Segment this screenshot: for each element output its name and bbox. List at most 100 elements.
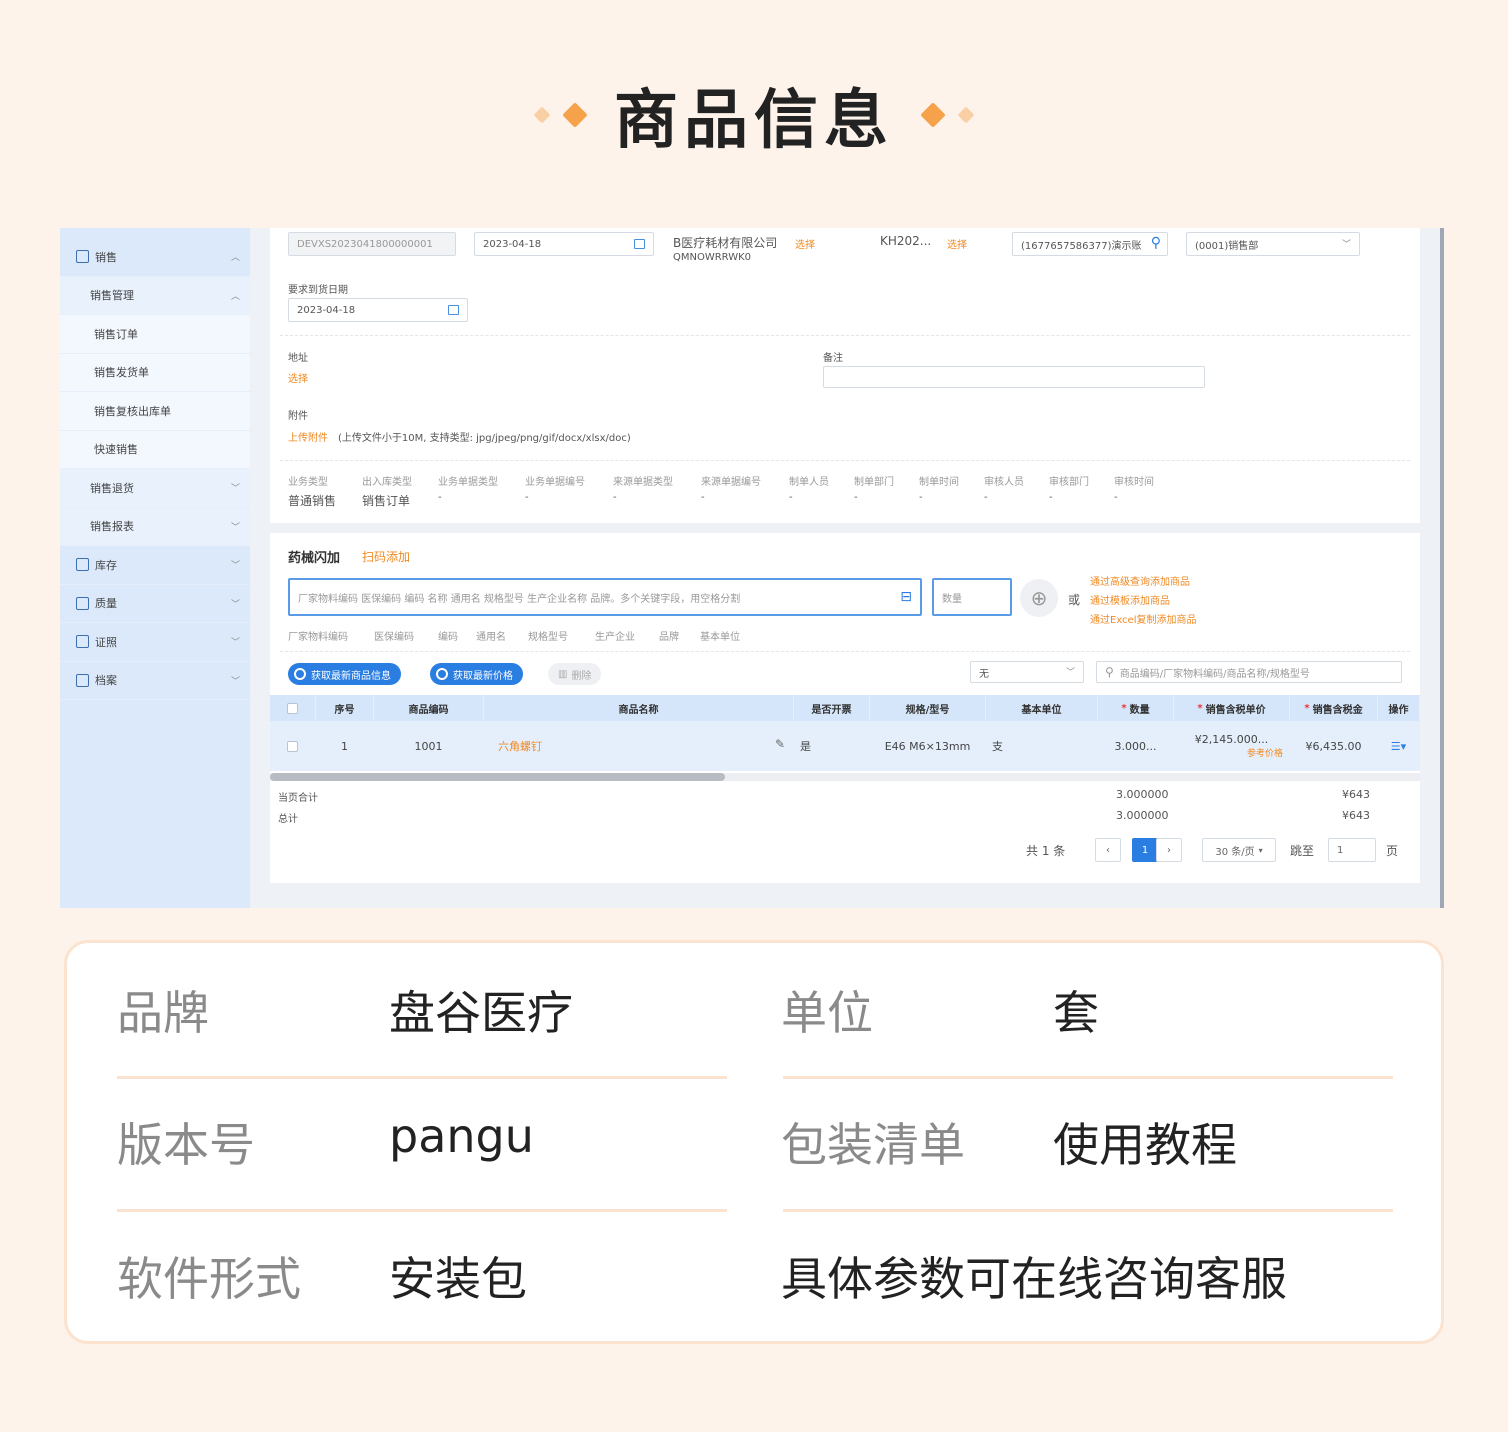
sidebar-item-sales-recheck[interactable]: 销售复核出库单 bbox=[60, 392, 250, 431]
contract-select-link[interactable]: 选择 bbox=[947, 236, 967, 251]
add-goods-button[interactable]: ⊕ bbox=[1020, 579, 1058, 617]
column-header: 数量 bbox=[1098, 695, 1174, 721]
delivery-date-field[interactable]: 2023-04-18 bbox=[288, 298, 468, 322]
excel-add-link[interactable]: 通过Excel复制添加商品 bbox=[1090, 611, 1197, 626]
scrollbar-thumb[interactable] bbox=[270, 773, 725, 781]
sidebar-item-sales-delivery[interactable]: 销售发货单 bbox=[60, 353, 250, 392]
meta-value: - bbox=[701, 492, 705, 503]
quantity-input[interactable]: 数量 bbox=[932, 578, 1012, 616]
pager-total: 共 1 条 bbox=[1026, 844, 1066, 858]
department-select[interactable]: (0001)销售部 ﹀ bbox=[1186, 232, 1360, 256]
diamond-icon bbox=[562, 102, 588, 128]
search-icon[interactable]: ⚲ bbox=[1151, 235, 1161, 251]
package-value: 使用教程 bbox=[1053, 1118, 1237, 1172]
sidebar-item-sales[interactable]: 销售 ︿ bbox=[60, 238, 250, 277]
page-total-label: 当页合计 bbox=[278, 793, 318, 804]
chevron-right-icon: › bbox=[1167, 844, 1171, 856]
column-header: 基本单位 bbox=[986, 695, 1098, 721]
remark-input[interactable] bbox=[823, 366, 1205, 388]
goods-search-input[interactable]: 厂家物料编码 医保编码 编码 名称 通用名 规格型号 生产企业名称 品牌。多个关… bbox=[288, 578, 922, 616]
meta-value: 普通销售 bbox=[288, 494, 337, 508]
meta-value: - bbox=[525, 492, 529, 503]
row-amount: ¥6,435.00 bbox=[1290, 721, 1378, 771]
meta-label: 审核人员 bbox=[984, 477, 1024, 488]
row-unit[interactable]: 支 bbox=[986, 721, 1098, 771]
template-add-link[interactable]: 通过模板添加商品 bbox=[1090, 592, 1170, 607]
meta-value: - bbox=[984, 492, 988, 503]
sidebar-item-quality[interactable]: 质量 ﹀ bbox=[60, 585, 250, 623]
sidebar-item-archive[interactable]: 档案 ﹀ bbox=[60, 662, 250, 700]
delivery-date-label: 要求到货日期 bbox=[288, 285, 348, 296]
row-code: 1001 bbox=[374, 721, 484, 771]
row-spec: E46 M6×13mm bbox=[870, 721, 986, 771]
edit-icon[interactable]: ✎ bbox=[775, 737, 785, 751]
order-number-field[interactable]: DEVXS2023041800000001 bbox=[288, 232, 456, 256]
column-header: 是否开票 bbox=[794, 695, 870, 721]
filter-select[interactable]: 无 ﹀ bbox=[970, 661, 1084, 683]
meta-label: 制单人员 bbox=[789, 477, 829, 488]
remark-label: 备注 bbox=[823, 353, 843, 364]
hint-field: 品牌 bbox=[659, 632, 679, 643]
table-search-input[interactable]: ⚲ 商品编码/厂家物料编码/商品名称/规格型号 bbox=[1096, 661, 1402, 683]
chevron-down-icon: ﹀ bbox=[230, 561, 240, 572]
delete-button[interactable]: ▥ 删除 bbox=[548, 663, 602, 685]
tab-scan-add[interactable]: 扫码添加 bbox=[362, 548, 410, 565]
order-date-field[interactable]: 2023-04-18 bbox=[474, 232, 654, 256]
right-decoration bbox=[920, 102, 975, 128]
version-value: pangu bbox=[389, 1109, 534, 1163]
upload-attachment-link[interactable]: 上传附件 bbox=[288, 429, 328, 444]
sidebar-item-sales-order[interactable]: 销售订单 bbox=[60, 315, 250, 354]
refresh-icon bbox=[436, 668, 448, 680]
meta-label: 来源单据编号 bbox=[701, 477, 761, 488]
meta-label: 制单部门 bbox=[854, 477, 894, 488]
table-row[interactable]: 1 1001 六角螺钉 ✎ 是 E46 M6×13mm 支 3.000... ¥2… bbox=[270, 721, 1420, 771]
row-name[interactable]: 六角螺钉 bbox=[498, 738, 542, 754]
clipboard-icon bbox=[76, 596, 89, 610]
meta-value: - bbox=[438, 492, 442, 503]
sidebar-item-inventory[interactable]: 库存 ﹀ bbox=[60, 546, 250, 585]
sidebar: 销售 ︿ 销售管理 ︿ 销售订单 销售发货单 销售复核出库单 快速销售 销售退货 ﹀ … bbox=[60, 228, 250, 908]
account-field[interactable]: (1677657586377)演示账 ⚲ bbox=[1012, 232, 1168, 256]
refresh-goods-info-button[interactable]: 获取最新商品信息 bbox=[288, 663, 401, 685]
advanced-query-add-link[interactable]: 通过高级查询添加商品 bbox=[1090, 573, 1190, 588]
meta-label: 业务单据编号 bbox=[525, 477, 585, 488]
sidebar-item-quick-sales[interactable]: 快速销售 bbox=[60, 430, 250, 469]
left-decoration bbox=[533, 102, 588, 128]
sidebar-item-license[interactable]: 证照 ﹀ bbox=[60, 623, 250, 662]
page-size-select[interactable]: 30 条/页 ▾ bbox=[1202, 838, 1276, 862]
reference-price-link[interactable]: 参考价格 bbox=[1247, 746, 1283, 759]
jump-input[interactable]: 1 bbox=[1328, 838, 1376, 862]
meta-value: 销售订单 bbox=[362, 494, 411, 508]
chevron-down-icon: ﹀ bbox=[230, 522, 240, 533]
chevron-down-icon: ﹀ bbox=[1341, 240, 1351, 250]
table-header: 序号 商品编码 商品名称 是否开票 规格/型号 基本单位 数量 销售含税单价 销… bbox=[270, 695, 1420, 721]
tab-quick-add[interactable]: 药械闪加 bbox=[288, 547, 340, 566]
select-all-checkbox[interactable] bbox=[270, 695, 316, 721]
pager-next-button[interactable]: › bbox=[1156, 838, 1182, 862]
hint-field: 规格型号 bbox=[528, 632, 568, 643]
total-amount: ¥643 bbox=[1342, 809, 1370, 822]
row-quantity[interactable]: 3.000... bbox=[1098, 721, 1174, 771]
column-header: 销售含税单价 bbox=[1174, 695, 1290, 721]
pager-page-1[interactable]: 1 bbox=[1132, 838, 1158, 862]
customer-select-link[interactable]: 选择 bbox=[795, 236, 815, 251]
pager-prev-button[interactable]: ‹ bbox=[1095, 838, 1121, 862]
scan-icon[interactable]: ⊟ bbox=[900, 589, 912, 605]
chevron-down-icon: ﹀ bbox=[1065, 668, 1075, 678]
package-label: 包装清单 bbox=[781, 1118, 965, 1172]
refresh-price-button[interactable]: 获取最新价格 bbox=[430, 663, 523, 685]
menu-icon[interactable]: ☰▾ bbox=[1391, 740, 1406, 753]
row-index: 1 bbox=[316, 721, 374, 771]
row-checkbox[interactable] bbox=[270, 721, 316, 771]
address-select-link[interactable]: 选择 bbox=[288, 370, 308, 385]
row-price[interactable]: ¥2,145.000... bbox=[1195, 733, 1268, 746]
row-invoice[interactable]: 是 bbox=[794, 721, 870, 771]
sidebar-item-sales-return[interactable]: 销售退货 ﹀ bbox=[60, 469, 250, 508]
row-actions[interactable]: ☰▾ bbox=[1378, 721, 1420, 771]
sidebar-item-sales-management[interactable]: 销售管理 ︿ bbox=[60, 276, 250, 315]
sidebar-item-sales-report[interactable]: 销售报表 ﹀ bbox=[60, 507, 250, 546]
address-label: 地址 bbox=[288, 353, 308, 364]
attachment-label: 附件 bbox=[288, 411, 308, 422]
divider bbox=[280, 335, 1410, 336]
horizontal-scrollbar[interactable] bbox=[270, 773, 1420, 781]
